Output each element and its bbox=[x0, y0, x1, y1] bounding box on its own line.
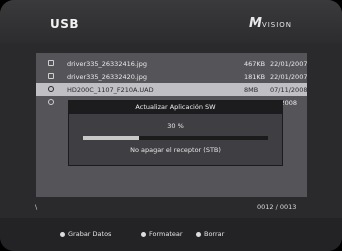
file-icon bbox=[48, 73, 54, 79]
progress-bar bbox=[83, 136, 268, 140]
header-bar: USB MVISION bbox=[0, 0, 342, 44]
red-dot-icon bbox=[60, 231, 65, 237]
green-dot-icon bbox=[141, 231, 146, 237]
list-item[interactable]: driver335_26332416.jpg 467KB 22/01/2007 bbox=[36, 57, 307, 70]
file-name: driver335_26332416.jpg bbox=[67, 60, 147, 68]
brand-logo: MVISION bbox=[249, 16, 293, 31]
list-item[interactable]: driver335_26332420.jpg 181KB 22/01/2007 bbox=[36, 70, 307, 83]
file-count: 0012 / 0013 bbox=[257, 203, 297, 211]
yellow-dot-icon bbox=[196, 231, 201, 237]
disc-icon bbox=[48, 99, 54, 105]
page-title: USB bbox=[50, 17, 80, 31]
file-date: 22/01/2007 bbox=[270, 60, 308, 68]
current-path: \ bbox=[35, 203, 38, 211]
dialog-message: No apagar el receptor (STB) bbox=[130, 146, 221, 154]
format-button[interactable]: Formatear bbox=[141, 230, 183, 238]
file-name: HD200C_1107_F210A.UAD bbox=[67, 86, 154, 94]
file-size: 181KB bbox=[244, 73, 266, 81]
status-bar: \ 0012 / 0013 bbox=[35, 199, 308, 214]
disc-icon bbox=[48, 86, 54, 92]
file-date: 07/11/2008 bbox=[270, 86, 308, 94]
footer-bar: Grabar Datos Formatear Borrar bbox=[0, 218, 342, 251]
delete-button[interactable]: Borrar bbox=[196, 230, 224, 238]
list-item-selected[interactable]: HD200C_1107_F210A.UAD 8MB 07/11/2008 bbox=[36, 83, 307, 96]
update-dialog: Actualizar Aplicación SW 30 % No apagar … bbox=[68, 100, 283, 166]
file-icon bbox=[48, 60, 54, 66]
file-name: driver335_26332420.jpg bbox=[67, 73, 147, 81]
progress-bar-fill bbox=[83, 136, 139, 140]
progress-percent: 30 % bbox=[167, 122, 184, 130]
dialog-title: Actualizar Aplicación SW bbox=[69, 101, 282, 114]
save-data-button[interactable]: Grabar Datos bbox=[60, 230, 111, 238]
file-size: 8MB bbox=[244, 86, 259, 94]
file-date: 22/01/2007 bbox=[270, 73, 308, 81]
tv-screen: USB MVISION driver335_26332416.jpg 467KB… bbox=[0, 0, 342, 251]
file-size: 467KB bbox=[244, 60, 266, 68]
